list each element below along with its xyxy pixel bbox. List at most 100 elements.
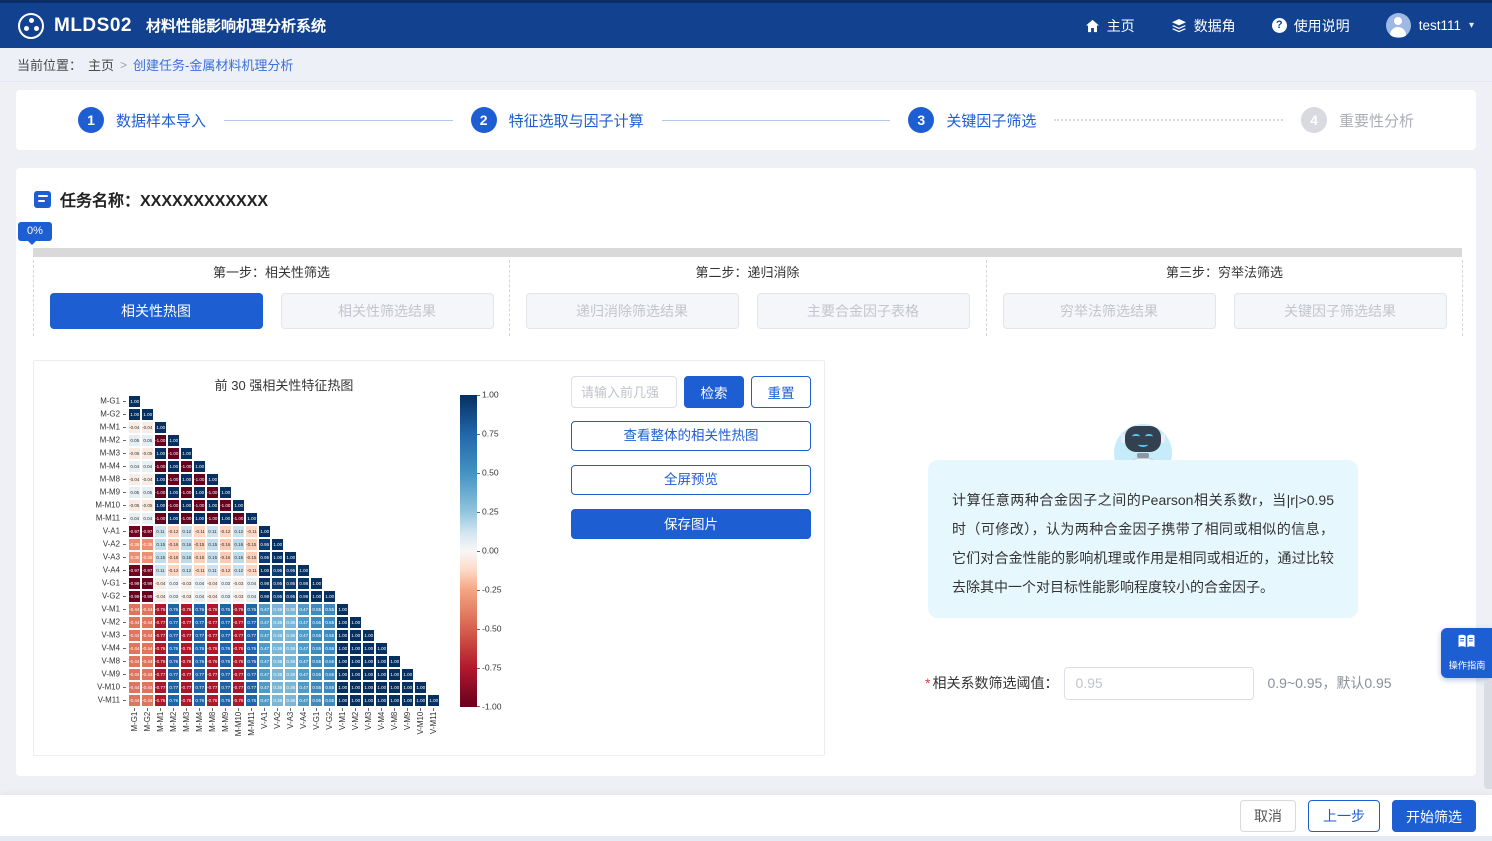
fullscreen-preview-button[interactable]: 全屏预览 xyxy=(571,465,811,495)
axis-tick xyxy=(173,708,174,711)
colorbar-tick-label: -0.50 xyxy=(482,624,513,633)
heatmap-cell: 1.00 xyxy=(336,642,349,655)
axis-tick xyxy=(147,708,148,711)
heatmap-cell: 1.00 xyxy=(167,512,180,525)
heatmap-col-label: M-M4 xyxy=(195,712,204,744)
avatar xyxy=(1386,13,1411,38)
reset-button[interactable]: 重置 xyxy=(751,376,811,408)
heatmap-cell: 0.77 xyxy=(193,681,206,694)
heatmap-col-label: V-M9 xyxy=(403,712,412,744)
nav-item-data-corner[interactable]: 数据角 xyxy=(1171,16,1236,36)
heatmap-row-label: V-A1 xyxy=(75,527,120,536)
heatmap-cell: -0.77 xyxy=(180,668,193,681)
heatmap-cell: 0.55 xyxy=(323,603,336,616)
group-tabs: 递归消除筛选结果 主要合金因子表格 xyxy=(510,293,985,329)
user-menu[interactable]: test111 ▾ xyxy=(1386,13,1474,38)
heatmap-cell: 1.00 xyxy=(154,447,167,460)
heatmap-cell: -0.99 xyxy=(128,590,141,603)
heatmap-cell: 1.00 xyxy=(401,694,414,707)
tab-correlation-filter-result[interactable]: 相关性筛选结果 xyxy=(281,293,494,329)
heatmap-cell: 1.00 xyxy=(180,499,193,512)
heatmap-cell: -0.97 xyxy=(128,564,141,577)
header-nav: 主页 数据角 ? 使用说明 test111 ▾ xyxy=(1085,13,1474,38)
heatmap-cell: -1.00 xyxy=(193,499,206,512)
tab-key-factor-filter-result[interactable]: 关键因子筛选结果 xyxy=(1234,293,1447,329)
heatmap-cell: 1.00 xyxy=(388,694,401,707)
heatmap-cell: -1.00 xyxy=(206,486,219,499)
heatmap-col-label: M-M10 xyxy=(234,712,243,744)
cancel-button[interactable]: 取消 xyxy=(1240,800,1296,832)
colorbar-tick-label: 0.75 xyxy=(482,429,513,438)
colorbar-tick-label: -0.25 xyxy=(482,585,513,594)
heatmap-cell: -0.04 xyxy=(154,577,167,590)
axis-tick xyxy=(123,674,126,675)
heatmap-title: 前 30 强相关性特征热图 xyxy=(128,375,440,394)
question-icon: ? xyxy=(1272,18,1287,33)
heatmap-cell: -0.44 xyxy=(141,668,154,681)
heatmap-cell: -0.16 xyxy=(219,538,232,551)
scrollbar-thumb[interactable] xyxy=(1484,681,1492,789)
heatmap-cell: 1.00 xyxy=(362,694,375,707)
tab-main-alloy-factor-table[interactable]: 主要合金因子表格 xyxy=(757,293,970,329)
step-label: 特征选取与因子计算 xyxy=(509,110,644,131)
breadcrumb-prefix: 当前位置： xyxy=(17,55,82,74)
heatmap-cell: 0.55 xyxy=(310,668,323,681)
heatmap-cell: 1.00 xyxy=(375,694,388,707)
tab-exhaustive-filter-result[interactable]: 穷举法筛选结果 xyxy=(1003,293,1216,329)
axis-tick xyxy=(123,492,126,493)
axis-tick xyxy=(123,518,126,519)
nav-item-home[interactable]: 主页 xyxy=(1085,16,1135,36)
heatmap-cell: -0.76 xyxy=(206,603,219,616)
heatmap-cell: -0.16 xyxy=(167,538,180,551)
threshold-input[interactable] xyxy=(1064,667,1254,700)
nav-item-help[interactable]: ? 使用说明 xyxy=(1272,16,1350,36)
heatmap-cell: 1.00 xyxy=(336,681,349,694)
heatmap-cell: 1.00 xyxy=(388,681,401,694)
group-exhaustive-filter: 第三步：穷举法筛选 穷举法筛选结果 关键因子筛选结果 xyxy=(986,260,1462,336)
assistant-info-text: 计算任意两种合金因子之间的Pearson相关系数r，当|r|>0.95时（可修改… xyxy=(952,486,1334,602)
tab-recursive-elimination-result[interactable]: 递归消除筛选结果 xyxy=(526,293,739,329)
colorbar-tick-label: 1.00 xyxy=(482,390,513,399)
heatmap-row-label: M-M10 xyxy=(75,501,120,510)
previous-step-button[interactable]: 上一步 xyxy=(1308,800,1380,832)
username: test111 xyxy=(1419,18,1461,33)
colorbar-tick xyxy=(477,551,480,552)
heatmap-cell: 0.47 xyxy=(258,603,271,616)
axis-tick xyxy=(212,708,213,711)
top-n-input[interactable] xyxy=(571,376,677,408)
heatmap-col-label: V-M3 xyxy=(364,712,373,744)
heatmap-cell: 0.36 xyxy=(271,642,284,655)
breadcrumb-home[interactable]: 主页 xyxy=(88,55,114,74)
heatmap-cell: 1.00 xyxy=(193,512,206,525)
heatmap-cell: 0.12 xyxy=(232,564,245,577)
heatmap-cell: 0.36 xyxy=(271,681,284,694)
tab-correlation-heatmap[interactable]: 相关性热图 xyxy=(50,293,263,329)
heatmap-cell: -1.00 xyxy=(154,512,167,525)
heatmap-cell: 1.00 xyxy=(232,499,245,512)
heatmap-cell: 0.47 xyxy=(258,694,271,707)
heatmap-cell: 1.00 xyxy=(193,486,206,499)
colorbar-tick-label: 0.50 xyxy=(482,468,513,477)
heatmap-cell: -0.97 xyxy=(141,525,154,538)
nav-item-label: 主页 xyxy=(1107,16,1135,36)
heatmap-cell: 0.04 xyxy=(193,577,206,590)
heatmap-cell: 1.00 xyxy=(258,564,271,577)
step-2-feature-selection: 2 特征选取与因子计算 xyxy=(471,107,644,133)
book-icon xyxy=(1457,634,1476,654)
view-full-heatmap-button[interactable]: 查看整体的相关性热图 xyxy=(571,421,811,451)
start-filter-button[interactable]: 开始筛选 xyxy=(1392,800,1476,832)
heatmap-cell: 0.03 xyxy=(167,590,180,603)
heatmap-col-label: M-M1 xyxy=(156,712,165,744)
heatmap-cell: 0.05 xyxy=(128,434,141,447)
heatmap-col-label: M-M3 xyxy=(182,712,191,744)
heatmap-cell: -0.16 xyxy=(167,551,180,564)
save-image-button[interactable]: 保存图片 xyxy=(571,509,811,539)
step-connector xyxy=(662,120,891,121)
operation-guide-button[interactable]: 操作指南 xyxy=(1441,628,1492,678)
step-connector-dotted xyxy=(1054,119,1283,121)
breadcrumb-current[interactable]: 创建任务-金属材料机理分析 xyxy=(133,55,293,74)
heatmap-cell: 0.77 xyxy=(193,616,206,629)
heatmap-cell: -0.44 xyxy=(128,642,141,655)
heatmap-cell: 1.00 xyxy=(258,525,271,538)
search-button[interactable]: 检索 xyxy=(684,376,744,408)
